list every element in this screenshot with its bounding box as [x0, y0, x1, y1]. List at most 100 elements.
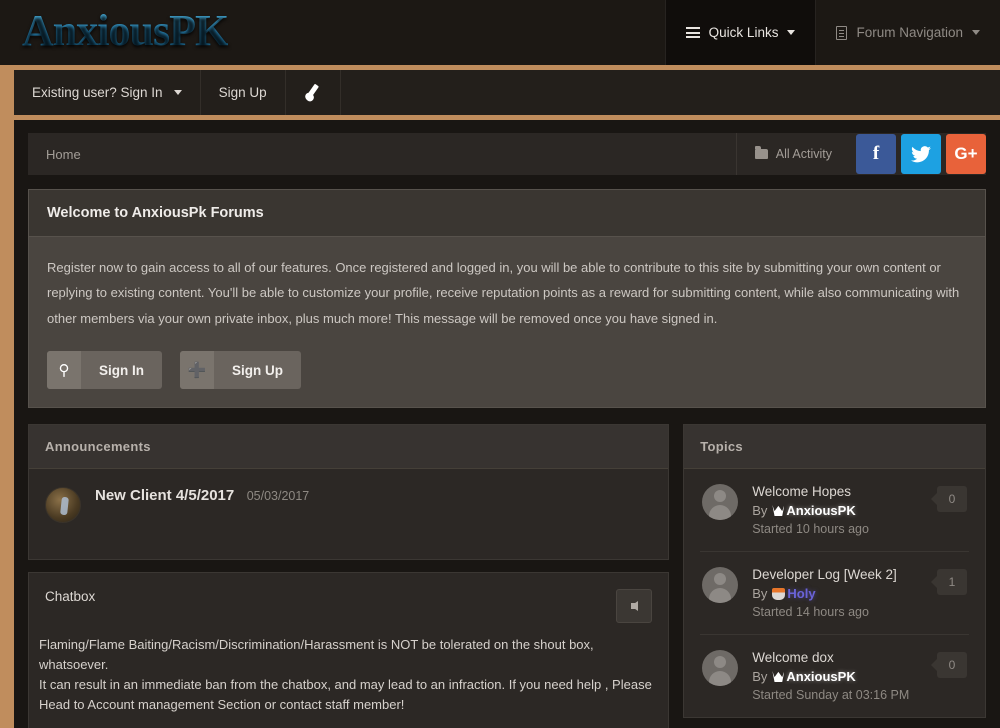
breadcrumb-bar: Home All Activity f G+ — [28, 133, 986, 175]
topic-author-name: Holy — [787, 586, 815, 601]
sign-in-button-label: Sign In — [81, 351, 162, 389]
crown-icon — [772, 671, 784, 682]
list-item[interactable]: Developer Log [Week 2] By Holy Started 1… — [700, 552, 969, 635]
avatar — [45, 487, 81, 523]
site-header: AnxiousPK Quick Links Forum Navigation — [0, 0, 1000, 65]
java-cup-icon — [772, 588, 785, 600]
chatbox-heading: Chatbox — [45, 589, 95, 604]
topics-list: Welcome Hopes By AnxiousPK Started 10 ho… — [684, 469, 985, 717]
by-label: By — [752, 503, 767, 518]
sidebar-column: Topics Welcome Hopes By AnxiousPK — [683, 424, 986, 728]
theme-switcher-button[interactable] — [286, 70, 341, 115]
nav-item-forum-navigation[interactable]: Forum Navigation — [815, 0, 1000, 65]
topic-author: By Holy — [752, 586, 923, 601]
topic-title[interactable]: Welcome Hopes — [752, 484, 923, 499]
list-item[interactable]: Welcome dox By AnxiousPK Started Sunday … — [700, 635, 969, 717]
nav-item-quick-links-label: Quick Links — [709, 25, 779, 40]
topic-title[interactable]: Welcome dox — [752, 650, 923, 665]
existing-user-signin-dropdown[interactable]: Existing user? Sign In — [14, 70, 201, 115]
signup-link-label: Sign Up — [219, 85, 267, 100]
chatbox-server-status: The server is currently ONLINE — [29, 716, 668, 728]
topics-block: Topics Welcome Hopes By AnxiousPK — [683, 424, 986, 718]
sign-up-button-label: Sign Up — [214, 351, 301, 389]
signup-link[interactable]: Sign Up — [201, 70, 286, 115]
avatar — [702, 650, 738, 686]
announcements-heading: Announcements — [29, 425, 668, 469]
welcome-panel-title: Welcome to AnxiousPk Forums — [29, 190, 985, 237]
nav-item-quick-links[interactable]: Quick Links — [665, 0, 816, 65]
by-label: By — [752, 586, 767, 601]
topic-author-name: AnxiousPK — [786, 669, 855, 684]
chevron-down-icon — [787, 30, 795, 35]
welcome-panel: Welcome to AnxiousPk Forums Register now… — [28, 189, 986, 408]
topic-info: Developer Log [Week 2] By Holy Started 1… — [752, 567, 923, 619]
existing-user-signin-label: Existing user? Sign In — [32, 85, 163, 100]
avatar — [702, 484, 738, 520]
secondary-nav: Existing user? Sign In Sign Up — [14, 70, 1000, 115]
topic-reply-count: 0 — [937, 652, 967, 678]
chevron-down-icon — [972, 30, 980, 35]
twitter-icon[interactable] — [901, 134, 941, 174]
facebook-icon[interactable]: f — [856, 134, 896, 174]
welcome-panel-text: Register now to gain access to all of ou… — [47, 255, 967, 331]
topic-started: Started 10 hours ago — [752, 522, 923, 536]
folder-icon — [755, 149, 768, 159]
site-logo-text: AnxiousPK — [22, 9, 228, 57]
announcement-date: 05/03/2017 — [247, 489, 310, 503]
breadcrumb[interactable]: Home — [28, 133, 736, 175]
breadcrumb-home-label: Home — [46, 147, 81, 162]
announcements-body: New Client 4/5/2017 05/03/2017 — [29, 469, 668, 559]
chatbox-rules-line-3: Head to Account management Section or co… — [39, 695, 658, 715]
topic-info: Welcome dox By AnxiousPK Started Sunday … — [752, 650, 923, 702]
chatbox-mute-button[interactable] — [616, 589, 652, 623]
sign-up-button[interactable]: ➕ Sign Up — [180, 351, 301, 389]
topic-started: Started Sunday at 03:16 PM — [752, 688, 923, 702]
topic-author: By AnxiousPK — [752, 669, 923, 684]
googleplus-icon[interactable]: G+ — [946, 134, 986, 174]
topic-author-link[interactable]: AnxiousPK — [772, 503, 855, 518]
paintbrush-icon — [304, 84, 322, 102]
topic-author-link[interactable]: AnxiousPK — [772, 669, 855, 684]
crown-icon — [772, 505, 784, 516]
topic-reply-count: 1 — [937, 569, 967, 595]
chatbox-block: Chatbox Flaming/Flame Baiting/Racism/Dis… — [28, 572, 669, 728]
topic-author: By AnxiousPK — [752, 503, 923, 518]
announcement-text: New Client 4/5/2017 05/03/2017 — [95, 487, 309, 505]
main-column: Announcements New Client 4/5/2017 05/03/… — [28, 424, 669, 728]
chatbox-rules-line-2: It can result in an immediate ban from t… — [39, 675, 658, 695]
auth-button-group: ⚲ Sign In ➕ Sign Up — [47, 351, 967, 389]
list-item[interactable]: Welcome Hopes By AnxiousPK Started 10 ho… — [700, 469, 969, 552]
all-activity-link[interactable]: All Activity — [736, 133, 850, 175]
by-label: By — [752, 669, 767, 684]
plus-icon: ➕ — [180, 351, 214, 389]
all-activity-label: All Activity — [776, 147, 832, 161]
announcement-title[interactable]: New Client 4/5/2017 — [95, 487, 234, 504]
secondary-nav-frame: Existing user? Sign In Sign Up — [0, 65, 1000, 120]
topic-title[interactable]: Developer Log [Week 2] — [752, 567, 923, 582]
announcements-block: Announcements New Client 4/5/2017 05/03/… — [28, 424, 669, 560]
list-item[interactable]: New Client 4/5/2017 05/03/2017 — [45, 483, 652, 545]
key-icon: ⚲ — [47, 351, 81, 389]
site-logo[interactable]: AnxiousPK — [0, 0, 665, 65]
hamburger-icon — [686, 27, 700, 38]
document-icon — [836, 26, 847, 40]
topic-author-link[interactable]: Holy — [772, 586, 815, 601]
avatar — [702, 567, 738, 603]
primary-nav: Quick Links Forum Navigation — [665, 0, 1000, 65]
chatbox-header: Chatbox — [29, 573, 668, 633]
topic-info: Welcome Hopes By AnxiousPK Started 10 ho… — [752, 484, 923, 536]
content-columns: Announcements New Client 4/5/2017 05/03/… — [28, 424, 986, 728]
social-links: f G+ — [850, 133, 986, 175]
nav-item-forum-navigation-label: Forum Navigation — [856, 25, 963, 40]
page-content: Home All Activity f G+ Welcome to Anxiou… — [14, 120, 1000, 728]
topic-started: Started 14 hours ago — [752, 605, 923, 619]
sign-in-button[interactable]: ⚲ Sign In — [47, 351, 162, 389]
page-frame: Home All Activity f G+ Welcome to Anxiou… — [0, 120, 1000, 728]
speaker-icon — [631, 601, 638, 611]
welcome-panel-body: Register now to gain access to all of ou… — [29, 237, 985, 407]
chevron-down-icon — [174, 90, 182, 95]
topic-author-name: AnxiousPK — [786, 503, 855, 518]
chatbox-rules-line-1: Flaming/Flame Baiting/Racism/Discriminat… — [39, 635, 658, 675]
chatbox-rules: Flaming/Flame Baiting/Racism/Discriminat… — [29, 633, 668, 716]
topics-heading: Topics — [684, 425, 985, 469]
